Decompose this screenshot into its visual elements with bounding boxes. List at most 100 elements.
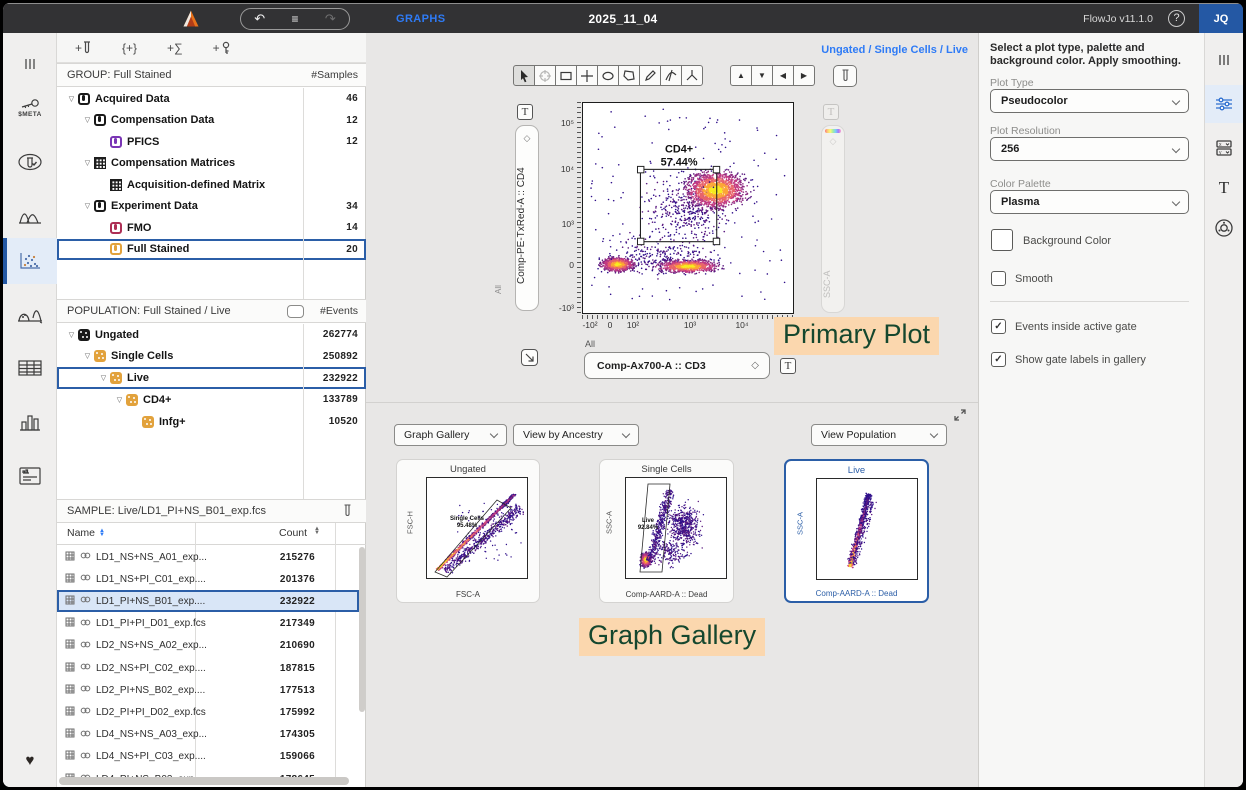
show-gate-labels-checkbox[interactable]: ✓ (991, 352, 1006, 367)
gallery-card-plot[interactable]: Live92.84% (625, 477, 727, 579)
gate-handle[interactable] (637, 238, 643, 244)
add-statistic-button[interactable]: +∑ (167, 41, 183, 55)
events-inside-gate-checkbox[interactable]: ✓ (991, 319, 1006, 334)
help-button[interactable]: ? (1168, 10, 1185, 27)
gallery-card-ungated[interactable]: UngatedSingle Cells95.48%FSC-HFSC-A (396, 459, 540, 603)
add-keyword-button[interactable]: + (213, 41, 232, 55)
population-row-live[interactable]: ▽Live232922 (57, 367, 366, 389)
magnetic-gate-tool-button[interactable] (534, 65, 556, 86)
meta-keywords-button[interactable]: $META (3, 85, 57, 131)
group-row-full-stained[interactable]: Full Stained20 (57, 239, 366, 261)
cd4-gate-rect[interactable] (640, 169, 716, 241)
axis-options-button[interactable]: xy (1205, 129, 1243, 167)
group-row-compensation-data[interactable]: ▽Compensation Data12 (57, 110, 366, 132)
polygon-gate-tool-button[interactable] (618, 65, 640, 86)
collapse-panel-button[interactable] (3, 41, 57, 87)
plot-type-dropdown[interactable]: Pseudocolor (990, 89, 1189, 113)
y-axis-selector[interactable]: ◇ Comp-PE-TxRed-A :: CD4 (515, 125, 539, 311)
sample-row-ld1-ns-ns-a01-exp[interactable]: LD1_NS+NS_A01_exp...215276 (57, 546, 359, 568)
quad-gate-tool-button[interactable] (576, 65, 598, 86)
x-axis-selector[interactable]: Comp-Ax700-A :: CD3 ◇ (584, 352, 770, 379)
population-header-checkbox[interactable] (287, 305, 304, 318)
gallery-gate[interactable] (435, 500, 511, 577)
y-axis-text-button[interactable]: T (517, 104, 533, 120)
gallery-card-single-cells[interactable]: Single CellsLive92.84%SSC-AComp-AARD-A :… (599, 459, 734, 603)
pencil-gate-tool-button[interactable] (639, 65, 661, 86)
primary-plot[interactable]: CD4+ 57.44% (582, 102, 794, 314)
group-row-acquired-data[interactable]: ▽Acquired Data46 (57, 88, 366, 110)
sample-row-ld1-pi-pi-d01-exp-fcs[interactable]: LD1_PI+PI_D01_exp.fcs217349 (57, 613, 359, 635)
expand-caret[interactable]: ▽ (97, 374, 110, 382)
contour-view-button[interactable] (3, 291, 57, 337)
sample-row-ld1-ns-pi-c01-exp[interactable]: LD1_NS+PI_C01_exp....201376 (57, 568, 359, 590)
sample-select-button[interactable] (833, 65, 857, 87)
add-group-button[interactable]: {+} (122, 41, 137, 55)
population-row-ungated[interactable]: ▽Ungated262774 (57, 324, 366, 346)
population-row-infg[interactable]: Infg+10520 (57, 411, 366, 433)
spline-gate-tool-button[interactable] (660, 65, 682, 86)
user-avatar[interactable]: JQ (1199, 4, 1243, 34)
sample-row-ld4-ns-ns-a03-exp[interactable]: LD4_NS+NS_A03_exp...174305 (57, 724, 359, 746)
smooth-checkbox[interactable] (991, 271, 1006, 286)
breadcrumb[interactable]: Ungated / Single Cells / Live (821, 44, 968, 56)
rectangle-gate-tool-button[interactable] (555, 65, 577, 86)
sample-row-ld4-ns-pi-c03-exp[interactable]: LD4_NS+PI_C03_exp....159066 (57, 746, 359, 768)
nav-up-button[interactable]: ▲ (730, 65, 752, 86)
layout-report-button[interactable] (3, 453, 57, 499)
resize-plot-button[interactable] (521, 349, 538, 366)
table-view-button[interactable] (3, 345, 57, 391)
expand-caret[interactable]: ▽ (65, 95, 78, 103)
population-row-single-cells[interactable]: ▽Single Cells250892 (57, 346, 366, 368)
collapse-settings-button[interactable] (1205, 41, 1243, 79)
gallery-card-plot[interactable]: Single Cells95.48% (426, 477, 528, 579)
sample-row-ld1-pi-ns-b01-exp[interactable]: LD1_PI+NS_B01_exp....232922 (57, 590, 359, 612)
gallery-population-dropdown[interactable]: View Population (811, 424, 947, 446)
add-sample-button[interactable]: + (75, 41, 92, 55)
favorites-heart-icon[interactable]: ♥ (3, 752, 57, 769)
gallery-ancestry-dropdown[interactable]: View by Ancestry (513, 424, 639, 446)
name-sort-icon[interactable]: ▲▼ (99, 529, 105, 537)
palette-options-button[interactable] (1205, 209, 1243, 247)
x-axis-text-button[interactable]: T (780, 358, 796, 374)
plot-settings-button[interactable] (1205, 85, 1243, 123)
count-sort-icon[interactable]: ▲▼ (314, 527, 320, 539)
group-row-experiment-data[interactable]: ▽Experiment Data34 (57, 196, 366, 218)
sample-row-ld2-pi-pi-d02-exp-fcs[interactable]: LD2_PI+PI_D02_exp.fcs175992 (57, 701, 359, 723)
expand-caret[interactable]: ▽ (65, 331, 78, 339)
gate-handle[interactable] (713, 166, 719, 172)
cursor-tool-button[interactable] (513, 65, 535, 86)
histogram-view-button[interactable] (3, 193, 57, 239)
group-row-fmo[interactable]: FMO14 (57, 217, 366, 239)
qc-button[interactable] (3, 139, 57, 185)
sample-row-ld2-ns-pi-c02-exp[interactable]: LD2_NS+PI_C02_exp....187815 (57, 657, 359, 679)
text-options-button[interactable]: T (1205, 169, 1243, 207)
expand-gallery-icon[interactable] (954, 408, 966, 426)
expand-caret[interactable]: ▽ (81, 116, 94, 124)
sample-row-ld2-ns-ns-a02-exp[interactable]: LD2_NS+NS_A02_exp...210690 (57, 635, 359, 657)
gallery-card-plot[interactable] (816, 478, 918, 580)
background-color-checkbox[interactable] (991, 229, 1013, 251)
expand-caret[interactable]: ▽ (81, 202, 94, 210)
color-palette-dropdown[interactable]: Plasma (990, 190, 1189, 214)
nav-down-button[interactable]: ▼ (751, 65, 773, 86)
bar-chart-button[interactable] (3, 399, 57, 445)
sample-section-header[interactable]: SAMPLE: Live/LD1_PI+NS_B01_exp.fcs (57, 499, 366, 523)
ellipse-gate-tool-button[interactable] (597, 65, 619, 86)
group-row-pfics[interactable]: PFICS12 (57, 131, 366, 153)
gate-handle[interactable] (713, 238, 719, 244)
gallery-card-live[interactable]: LiveSSC-AComp-AARD-A :: Dead (784, 459, 929, 603)
sample-row-ld2-pi-ns-b02-exp[interactable]: LD2_PI+NS_B02_exp....177513 (57, 679, 359, 701)
population-row-cd4[interactable]: ▽CD4+133789 (57, 389, 366, 411)
graphs-view-button[interactable] (3, 238, 57, 284)
sample-horizontal-scrollbar[interactable] (59, 777, 349, 785)
gate-handle[interactable] (637, 166, 643, 172)
population-section-header[interactable]: POPULATION: Full Stained / Live #Events (57, 299, 366, 323)
gallery-mode-dropdown[interactable]: Graph Gallery (394, 424, 507, 446)
plot-resolution-dropdown[interactable]: 256 (990, 137, 1189, 161)
group-row-compensation-matrices[interactable]: ▽Compensation Matrices (57, 153, 366, 175)
name-column-header[interactable]: Name▲▼ (67, 527, 105, 539)
count-column-header[interactable]: Count▲▼ (279, 527, 320, 539)
tri-gate-tool-button[interactable] (681, 65, 703, 86)
expand-caret[interactable]: ▽ (81, 352, 94, 360)
nav-left-button[interactable]: ◀ (772, 65, 794, 86)
